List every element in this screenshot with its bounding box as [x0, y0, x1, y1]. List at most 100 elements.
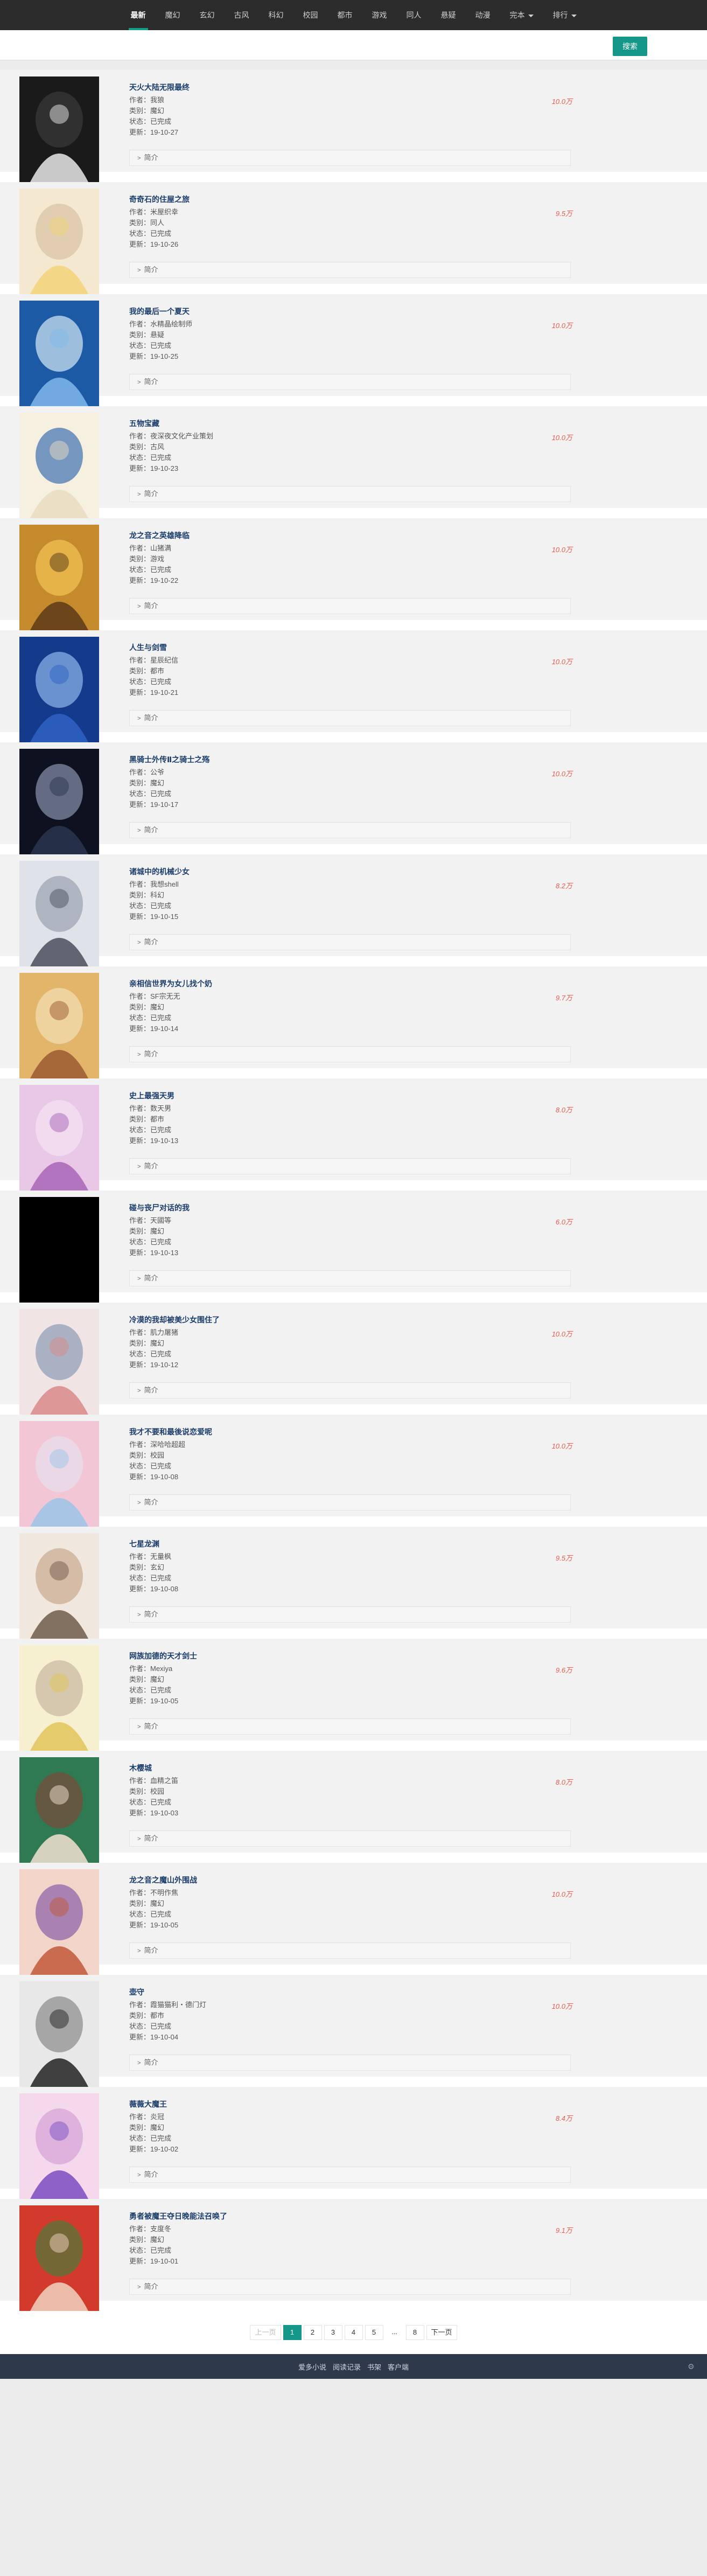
- book-category: 类别：魔幻: [129, 1674, 571, 1685]
- book-title[interactable]: 龙之音之魔山外围战: [129, 1875, 571, 1885]
- page-button[interactable]: 3: [324, 2325, 342, 2340]
- book-title[interactable]: 诸城中的机械少女: [129, 866, 571, 877]
- updated-value: 19-10-05: [150, 1697, 179, 1705]
- nav-item-12[interactable]: 排行: [543, 0, 586, 30]
- book-cover[interactable]: [19, 973, 99, 1078]
- book-title[interactable]: 碰与丧尸对话的我: [129, 1202, 571, 1213]
- nav-item-3[interactable]: 古风: [225, 0, 259, 30]
- settings-icon[interactable]: ⚙: [688, 2363, 695, 2370]
- synopsis-toggle[interactable]: > 简介: [129, 710, 571, 726]
- book-title[interactable]: 壶守: [129, 1987, 571, 1997]
- book-cover[interactable]: [19, 749, 99, 854]
- book-title[interactable]: 天火大陆无限最终: [129, 82, 571, 93]
- nav-item-9[interactable]: 悬疑: [431, 0, 466, 30]
- category-value: 魔幻: [150, 1227, 165, 1235]
- book-cover[interactable]: [19, 1757, 99, 1863]
- next-page-button[interactable]: 下一页: [426, 2325, 457, 2340]
- book-title[interactable]: 网族加德的天才剑士: [129, 1651, 571, 1661]
- book-cover[interactable]: [19, 1309, 99, 1415]
- search-input[interactable]: [6, 36, 588, 55]
- book-title[interactable]: 史上最强天男: [129, 1090, 571, 1101]
- book-cover[interactable]: [19, 76, 99, 182]
- updated-value: 19-10-27: [150, 128, 179, 136]
- footer-link[interactable]: 阅读记录: [333, 2363, 361, 2371]
- synopsis-toggle[interactable]: > 简介: [129, 1270, 571, 1286]
- synopsis-toggle[interactable]: > 简介: [129, 2055, 571, 2071]
- synopsis-toggle[interactable]: > 简介: [129, 1606, 571, 1623]
- page-button[interactable]: 2: [303, 2325, 322, 2340]
- nav-item-7[interactable]: 游戏: [362, 0, 397, 30]
- page-button[interactable]: 8: [405, 2325, 424, 2340]
- footer-link[interactable]: 客户端: [388, 2363, 409, 2371]
- book-title[interactable]: 亲相信世界为女儿找个奶: [129, 978, 571, 989]
- book-updated: 更新：19-10-21: [129, 687, 571, 698]
- nav-item-1[interactable]: 魔幻: [156, 0, 190, 30]
- book-cover[interactable]: [19, 2093, 99, 2199]
- synopsis-toggle[interactable]: > 简介: [129, 262, 571, 278]
- book-category: 类别：魔幻: [129, 106, 571, 116]
- book-author: 作者：不明作焦: [129, 1888, 571, 1898]
- book-cover[interactable]: [19, 525, 99, 630]
- book-cover[interactable]: [19, 861, 99, 966]
- synopsis-toggle[interactable]: > 简介: [129, 150, 571, 166]
- nav-item-5[interactable]: 校园: [293, 0, 328, 30]
- nav-item-4[interactable]: 科幻: [259, 0, 293, 30]
- synopsis-toggle[interactable]: > 简介: [129, 1943, 571, 1959]
- book-title[interactable]: 七星龙渊: [129, 1538, 571, 1549]
- book-title[interactable]: 人生与剑雪: [129, 642, 571, 653]
- book-cover[interactable]: [19, 2205, 99, 2311]
- book-cover[interactable]: [19, 1421, 99, 1527]
- prev-page-button[interactable]: 上一页: [250, 2325, 281, 2340]
- footer-link[interactable]: 爱多小说: [298, 2363, 326, 2371]
- footer-link[interactable]: 书架: [367, 2363, 381, 2371]
- book-cover[interactable]: [19, 1981, 99, 2087]
- book-category: 类别：校园: [129, 1450, 571, 1461]
- page-button[interactable]: 4: [344, 2325, 363, 2340]
- book-title[interactable]: 奇奇石的住屋之旅: [129, 194, 571, 205]
- synopsis-toggle[interactable]: > 简介: [129, 2167, 571, 2183]
- synopsis-toggle[interactable]: > 简介: [129, 1158, 571, 1174]
- nav-item-6[interactable]: 都市: [328, 0, 362, 30]
- book-cover[interactable]: [19, 189, 99, 294]
- page-button[interactable]: 5: [365, 2325, 383, 2340]
- book-cover-image: [19, 413, 99, 518]
- book-title[interactable]: 木樱城: [129, 1763, 571, 1773]
- synopsis-toggle[interactable]: > 简介: [129, 934, 571, 950]
- book-cover[interactable]: [19, 1645, 99, 1751]
- book-cover[interactable]: [19, 1085, 99, 1190]
- book-cover[interactable]: [19, 1533, 99, 1639]
- synopsis-toggle[interactable]: > 简介: [129, 598, 571, 614]
- book-title[interactable]: 黑骑士外传Ⅱ之骑士之殇: [129, 754, 571, 765]
- nav-item-10[interactable]: 动漫: [466, 0, 500, 30]
- book-title[interactable]: 勇者被魔王夺日晚能法召唤了: [129, 2211, 571, 2222]
- book-title[interactable]: 冷漠的我却被美少女围住了: [129, 1314, 571, 1325]
- book-title[interactable]: 薇薇大魔王: [129, 2099, 571, 2109]
- synopsis-toggle[interactable]: > 简介: [129, 1046, 571, 1062]
- synopsis-toggle[interactable]: > 简介: [129, 2279, 571, 2295]
- nav-item-11[interactable]: 完本: [500, 0, 543, 30]
- book-title[interactable]: 龙之音之英雄降临: [129, 530, 571, 541]
- synopsis-toggle[interactable]: > 简介: [129, 1494, 571, 1510]
- synopsis-toggle[interactable]: > 简介: [129, 1382, 571, 1398]
- book-title[interactable]: 我的最后一个夏天: [129, 306, 571, 317]
- book-title[interactable]: 我才不要和最後说恋爱呢: [129, 1426, 571, 1437]
- book-cover[interactable]: [19, 637, 99, 742]
- book-cover[interactable]: [19, 301, 99, 406]
- search-button[interactable]: 搜索: [613, 37, 647, 56]
- book-cover[interactable]: [19, 1869, 99, 1975]
- page-button[interactable]: 1: [283, 2325, 302, 2340]
- synopsis-toggle[interactable]: > 简介: [129, 1830, 571, 1847]
- synopsis-toggle[interactable]: > 简介: [129, 486, 571, 502]
- nav-item-2[interactable]: 玄幻: [190, 0, 225, 30]
- synopsis-toggle[interactable]: > 简介: [129, 374, 571, 390]
- nav-item-0[interactable]: 最新: [121, 0, 156, 30]
- category-value: 游戏: [150, 555, 165, 563]
- book-cover[interactable]: [19, 413, 99, 518]
- book-cover[interactable]: [19, 1197, 99, 1303]
- nav-item-8[interactable]: 同人: [397, 0, 431, 30]
- synopsis-toggle[interactable]: > 简介: [129, 1718, 571, 1735]
- synopsis-toggle[interactable]: > 简介: [129, 822, 571, 838]
- word-count: 10.0万: [551, 2002, 572, 2010]
- book-title[interactable]: 五物宝藏: [129, 418, 571, 429]
- status-value: 已完成: [150, 454, 172, 462]
